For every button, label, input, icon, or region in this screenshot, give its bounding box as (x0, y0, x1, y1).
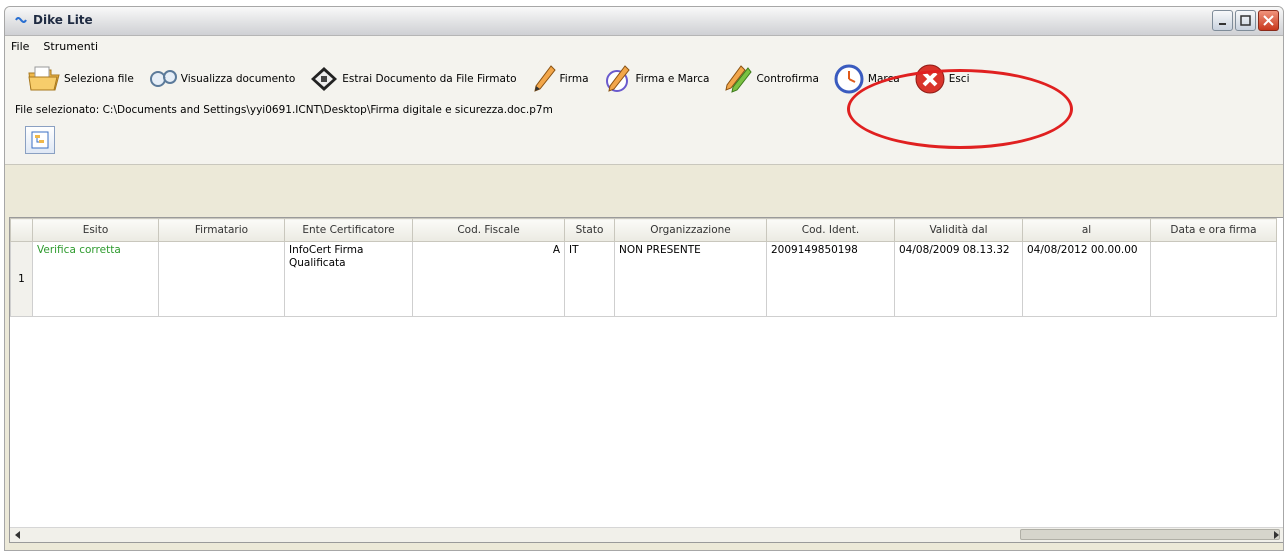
window-controls (1212, 10, 1279, 31)
column-header[interactable]: Cod. Fiscale (412, 218, 565, 242)
column-header[interactable]: Validità dal (894, 218, 1023, 242)
cell-firmatario[interactable] (158, 241, 285, 317)
selected-file-path: File selezionato: C:\Documents and Setti… (5, 102, 1283, 118)
stamp-button[interactable]: Marca (833, 61, 900, 97)
menu-bar: File Strumenti (5, 36, 1283, 56)
cell-ente[interactable]: InfoCert Firma Qualificata (284, 241, 413, 317)
stamp-label: Marca (867, 73, 900, 85)
view-toolbar (5, 118, 1283, 165)
column-header[interactable]: Firmatario (158, 218, 285, 242)
countersign-button[interactable]: Controfirma (723, 61, 819, 97)
exit-label: Esci (948, 73, 970, 85)
signature-table: Esito Firmatario Ente Certificatore Cod.… (10, 218, 1277, 317)
scroll-right-icon[interactable] (1271, 530, 1281, 540)
cell-validita-dal[interactable]: 04/08/2009 08.13.32 (894, 241, 1023, 317)
scrollbar-thumb[interactable] (1020, 529, 1280, 540)
countersign-label: Controfirma (756, 73, 819, 85)
cell-stato[interactable]: IT (564, 241, 615, 317)
column-header[interactable]: Ente Certificatore (284, 218, 413, 242)
horizontal-scrollbar[interactable] (10, 527, 1283, 542)
cell-organizzazione[interactable]: NON PRESENTE (614, 241, 767, 317)
cell-esito[interactable]: Verifica corretta (32, 241, 159, 317)
extract-document-button[interactable]: Estrai Documento da File Firmato (309, 61, 517, 97)
view-document-label: Visualizza documento (180, 73, 296, 85)
cell-cod-fiscale[interactable]: A (412, 241, 565, 317)
menu-file[interactable]: File (11, 40, 29, 53)
exit-button[interactable]: Esci (914, 61, 970, 97)
minimize-icon (1218, 22, 1226, 25)
sign-label: Firma (559, 73, 589, 85)
app-icon (15, 17, 27, 23)
cell-al[interactable]: 04/08/2012 00.00.00 (1022, 241, 1151, 317)
folder-icon (28, 66, 60, 91)
column-header[interactable]: Esito (32, 218, 159, 242)
menu-tools[interactable]: Strumenti (43, 40, 98, 53)
signature-grid: Esito Firmatario Ente Certificatore Cod.… (9, 217, 1283, 543)
cell-cod-ident[interactable]: 2009149850198 (766, 241, 895, 317)
window-title: Dike Lite (33, 13, 93, 27)
cell-data-firma[interactable] (1150, 241, 1277, 317)
tree-view-icon (31, 131, 49, 149)
header-row: Esito Firmatario Ente Certificatore Cod.… (10, 218, 1277, 242)
column-header[interactable]: al (1022, 218, 1151, 242)
toolbar: Seleziona file Visualizza documento Estr… (5, 56, 1283, 102)
double-pen-icon (725, 65, 753, 93)
select-file-label: Seleziona file (64, 73, 134, 85)
row-number-header (10, 218, 33, 242)
maximize-button[interactable] (1235, 10, 1256, 31)
diskette-icon (311, 67, 338, 91)
app-window: Dike Lite File Strumenti Seleziona file (4, 6, 1284, 551)
minimize-button[interactable] (1212, 10, 1233, 31)
column-header[interactable]: Cod. Ident. (766, 218, 895, 242)
pen-clock-icon (605, 65, 630, 92)
view-document-button[interactable]: Visualizza documento (148, 61, 295, 97)
pen-icon (533, 65, 556, 92)
sign-and-stamp-label: Firma e Marca (635, 73, 710, 85)
select-file-button[interactable]: Seleziona file (27, 61, 134, 97)
row-number: 1 (10, 241, 33, 317)
column-header[interactable]: Organizzazione (614, 218, 767, 242)
exit-icon (915, 64, 945, 94)
column-header[interactable]: Data e ora firma (1150, 218, 1277, 242)
column-header[interactable]: Stato (564, 218, 615, 242)
clock-icon (834, 64, 864, 94)
close-icon (1263, 15, 1274, 26)
close-button[interactable] (1258, 10, 1279, 31)
scroll-left-icon[interactable] (13, 530, 23, 540)
maximize-icon (1240, 15, 1251, 26)
table-row[interactable]: 1 Verifica corretta InfoCert Firma Quali… (10, 241, 1277, 317)
glasses-icon (149, 70, 177, 87)
title-bar[interactable]: Dike Lite (5, 7, 1283, 36)
extract-document-label: Estrai Documento da File Firmato (342, 73, 517, 85)
sign-button[interactable]: Firma (531, 61, 589, 97)
sign-and-stamp-button[interactable]: Firma e Marca (603, 61, 710, 97)
tree-view-button[interactable] (25, 126, 55, 154)
